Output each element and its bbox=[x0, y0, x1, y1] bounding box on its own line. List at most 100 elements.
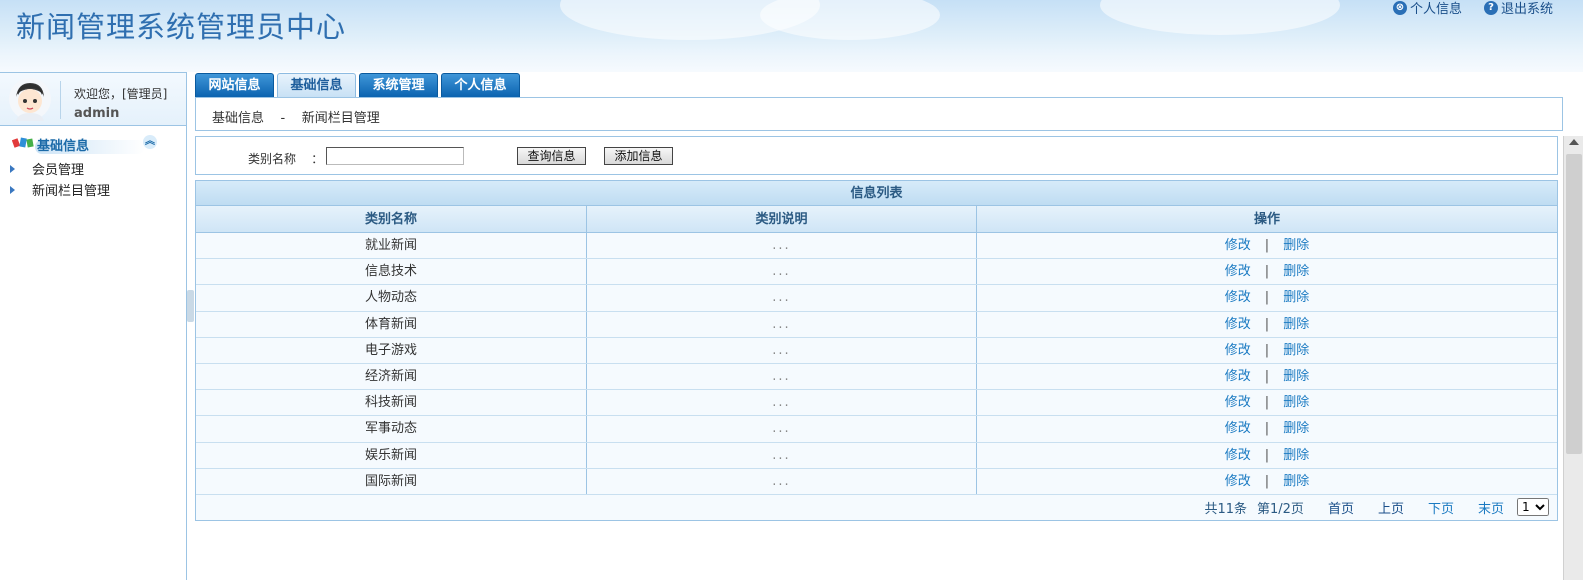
tab-basic-info[interactable]: 基础信息 bbox=[277, 73, 356, 97]
cell-category-name: 电子游戏 bbox=[196, 337, 587, 363]
cell-category-desc: ... bbox=[587, 259, 977, 285]
action-separator: | bbox=[1264, 342, 1270, 358]
cell-category-name: 科技新闻 bbox=[196, 390, 587, 416]
pager-first[interactable]: 首页 bbox=[1328, 498, 1354, 517]
cell-category-name: 国际新闻 bbox=[196, 468, 587, 494]
action-separator: | bbox=[1264, 238, 1270, 254]
delete-link[interactable]: 删除 bbox=[1283, 233, 1309, 258]
cell-actions: 修改 | 删除 bbox=[977, 469, 1557, 494]
delete-link[interactable]: 删除 bbox=[1283, 443, 1309, 468]
action-separator: | bbox=[1264, 316, 1270, 332]
chevron-double-up-icon[interactable]: ︽ bbox=[143, 135, 157, 149]
column-header-category-name: 类别名称 bbox=[196, 206, 587, 232]
info-list-table: 信息列表 类别名称 类别说明 操作 就业新闻... 修改 | 删除 信息技术... 修改 |… bbox=[195, 180, 1558, 521]
cell-category-name: 娱乐新闻 bbox=[196, 442, 587, 468]
pager-last[interactable]: 末页 bbox=[1478, 498, 1504, 517]
sidebar-item-member-management[interactable]: 会员管理 bbox=[10, 159, 84, 178]
column-header-category-desc: 类别说明 bbox=[587, 206, 977, 232]
scrollbar-thumb[interactable] bbox=[1566, 154, 1582, 454]
cell-category-desc: ... bbox=[587, 363, 977, 390]
sidebar-item-label: 新闻栏目管理 bbox=[32, 184, 111, 199]
logout-link-label: 退出系统 bbox=[1500, 2, 1553, 17]
table-caption: 信息列表 bbox=[196, 181, 1557, 206]
table-body: 就业新闻... 修改 | 删除 信息技术... 修改 | 删除 人物动态... 修改 | 删除 体育新闻… bbox=[196, 233, 1557, 495]
tab-personal-info[interactable]: 个人信息 bbox=[441, 73, 520, 97]
cell-category-name: 人物动态 bbox=[196, 285, 587, 311]
cell-category-desc: ... bbox=[587, 416, 977, 442]
breadcrumb-panel: 基础信息 - 新闻栏目管理 bbox=[195, 97, 1563, 131]
delete-link[interactable]: 删除 bbox=[1283, 259, 1309, 284]
sidebar-collapse-handle[interactable] bbox=[187, 290, 194, 322]
table-row: 军事动态... 修改 | 删除 bbox=[196, 416, 1557, 443]
pager-page: 第1/2页 bbox=[1257, 501, 1304, 517]
action-separator: | bbox=[1264, 369, 1270, 385]
delete-link[interactable]: 删除 bbox=[1283, 338, 1309, 363]
cell-actions: 修改 | 删除 bbox=[977, 312, 1557, 337]
category-name-input[interactable] bbox=[326, 147, 464, 165]
edit-link[interactable]: 修改 bbox=[1225, 416, 1251, 441]
logout-link[interactable]: ? 退出系统 bbox=[1483, 0, 1553, 17]
delete-link[interactable]: 删除 bbox=[1283, 364, 1309, 389]
edit-link[interactable]: 修改 bbox=[1225, 285, 1251, 310]
edit-link[interactable]: 修改 bbox=[1225, 312, 1251, 337]
sidebar-item-news-column-management[interactable]: 新闻栏目管理 bbox=[10, 180, 110, 199]
menu-section-title: 基础信息 bbox=[37, 138, 90, 154]
scroll-up-icon[interactable] bbox=[1569, 139, 1579, 145]
cell-category-desc: ... bbox=[587, 337, 977, 363]
app-header: 新闻管理系统管理员中心 ⊗ 个人信息 ? 退出系统 bbox=[0, 0, 1583, 72]
pager: 共11条 第1/2页 首页 上页 下页 末页 1 bbox=[196, 494, 1557, 520]
table-header: 类别名称 类别说明 操作 bbox=[196, 206, 1557, 233]
table-row: 科技新闻... 修改 | 删除 bbox=[196, 390, 1557, 417]
cell-category-desc: ... bbox=[587, 468, 977, 494]
edit-link[interactable]: 修改 bbox=[1225, 259, 1251, 284]
cell-category-desc: ... bbox=[587, 390, 977, 416]
user-panel: 欢迎您，[管理员] admin bbox=[0, 72, 186, 126]
add-button[interactable]: 添加信息 bbox=[604, 147, 673, 165]
action-separator: | bbox=[1264, 421, 1270, 437]
delete-link[interactable]: 删除 bbox=[1283, 390, 1309, 415]
delete-link[interactable]: 删除 bbox=[1283, 416, 1309, 441]
close-circle-icon: ⊗ bbox=[1392, 0, 1407, 15]
cell-category-desc: ... bbox=[587, 233, 977, 259]
query-button[interactable]: 查询信息 bbox=[517, 147, 586, 165]
cell-actions: 修改 | 删除 bbox=[977, 233, 1557, 258]
sidebar: 欢迎您，[管理员] admin 基础信息 ︽ 会员管理 新闻栏目管理 bbox=[0, 72, 187, 580]
category-name-label: 类别名称 ： bbox=[248, 152, 324, 166]
edit-link[interactable]: 修改 bbox=[1225, 469, 1251, 494]
edit-link[interactable]: 修改 bbox=[1225, 390, 1251, 415]
cell-actions: 修改 | 删除 bbox=[977, 338, 1557, 363]
cell-category-name: 军事动态 bbox=[196, 416, 587, 442]
caret-right-icon bbox=[10, 164, 15, 173]
pager-prev[interactable]: 上页 bbox=[1378, 498, 1404, 517]
tab-system-management[interactable]: 系统管理 bbox=[359, 73, 438, 97]
edit-link[interactable]: 修改 bbox=[1225, 338, 1251, 363]
help-circle-icon: ? bbox=[1483, 0, 1498, 15]
top-tabs: 网站信息 基础信息 系统管理 个人信息 bbox=[195, 73, 520, 97]
pager-total: 共11条 bbox=[1204, 501, 1247, 517]
cell-actions: 修改 | 删除 bbox=[977, 416, 1557, 441]
pager-next[interactable]: 下页 bbox=[1428, 498, 1454, 517]
header-cloud-decoration bbox=[760, 0, 940, 40]
tab-website-info[interactable]: 网站信息 bbox=[195, 73, 274, 97]
username: admin bbox=[74, 106, 120, 121]
menu-section-header[interactable]: 基础信息 ︽ bbox=[10, 134, 160, 154]
caret-right-icon bbox=[10, 185, 15, 194]
action-separator: | bbox=[1264, 473, 1270, 489]
table-row: 经济新闻... 修改 | 删除 bbox=[196, 363, 1557, 391]
cell-actions: 修改 | 删除 bbox=[977, 364, 1557, 389]
scrollbar[interactable] bbox=[1563, 136, 1583, 580]
edit-link[interactable]: 修改 bbox=[1225, 364, 1251, 389]
edit-link[interactable]: 修改 bbox=[1225, 443, 1251, 468]
cell-category-name: 经济新闻 bbox=[196, 363, 587, 390]
user-divider bbox=[60, 81, 61, 119]
edit-link[interactable]: 修改 bbox=[1225, 233, 1251, 258]
breadcrumb: 基础信息 - 新闻栏目管理 bbox=[212, 111, 380, 126]
delete-link[interactable]: 删除 bbox=[1283, 285, 1309, 310]
system-title: 新闻管理系统管理员中心 bbox=[16, 10, 347, 44]
delete-link[interactable]: 删除 bbox=[1283, 469, 1309, 494]
profile-link[interactable]: ⊗ 个人信息 bbox=[1392, 0, 1462, 17]
action-separator: | bbox=[1264, 395, 1270, 411]
delete-link[interactable]: 删除 bbox=[1283, 312, 1309, 337]
page-select[interactable]: 1 bbox=[1517, 498, 1549, 517]
cell-actions: 修改 | 删除 bbox=[977, 390, 1557, 415]
